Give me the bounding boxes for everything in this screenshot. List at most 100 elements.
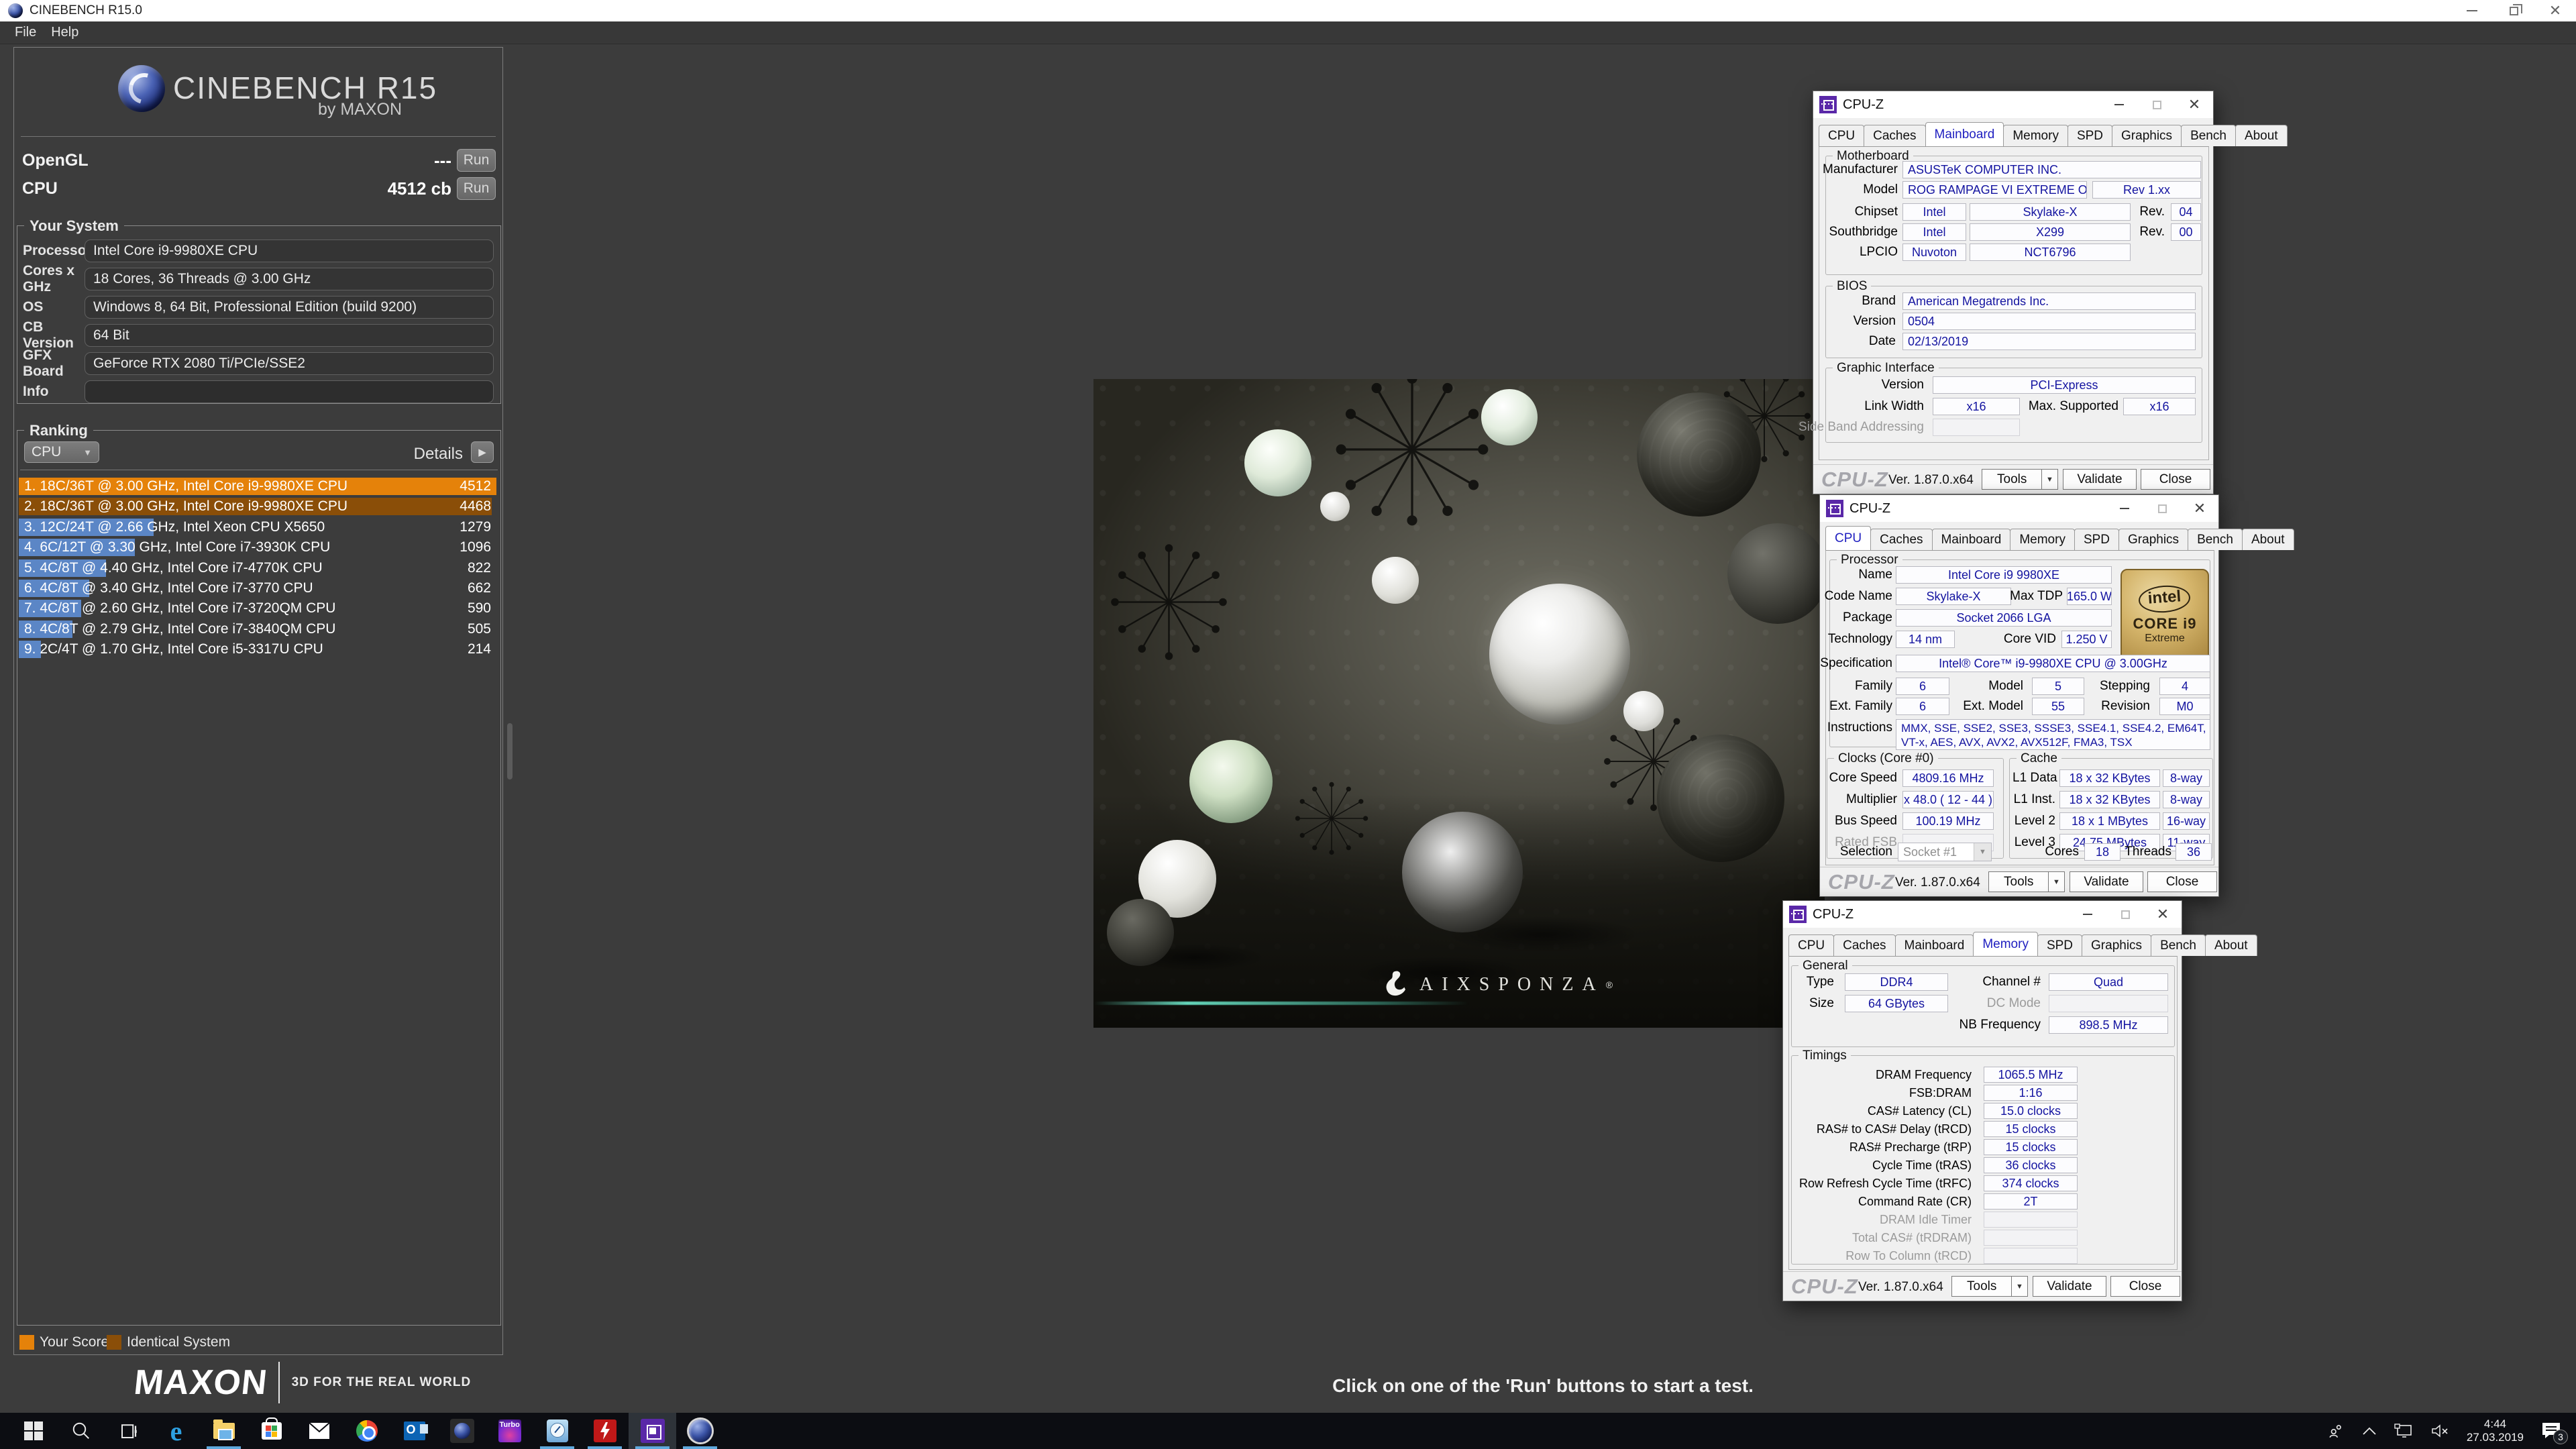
tools-button[interactable]: Tools ▼ bbox=[1982, 469, 2058, 490]
minimize-button[interactable] bbox=[2106, 495, 2143, 522]
chevron-down-icon[interactable]: ▼ bbox=[2041, 470, 2057, 489]
chevron-down-icon[interactable]: ▼ bbox=[2011, 1277, 2027, 1296]
tab[interactable]: SPD bbox=[2068, 125, 2112, 146]
close-button[interactable]: Close bbox=[2147, 871, 2217, 892]
tab[interactable]: Graphics bbox=[2118, 529, 2188, 550]
clock[interactable]: 4:44 27.03.2019 bbox=[2467, 1417, 2524, 1444]
tab[interactable]: About bbox=[2242, 529, 2294, 550]
outlook-icon bbox=[404, 1421, 425, 1440]
restore-button[interactable] bbox=[2493, 0, 2534, 21]
ranking-row[interactable]: 4. 6C/12T @ 3.30 GHz, Intel Core i7-3930… bbox=[19, 539, 496, 556]
field-label: Channel # bbox=[1982, 973, 2041, 991]
tab[interactable]: About bbox=[2235, 125, 2288, 146]
volume-button[interactable] bbox=[2430, 1423, 2449, 1439]
tab[interactable]: About bbox=[2205, 934, 2257, 956]
taskbar-cinebench[interactable] bbox=[676, 1413, 724, 1449]
timing-label: Row To Column (tRCD) bbox=[1796, 1249, 1972, 1263]
close-button[interactable]: ✕ bbox=[2176, 91, 2213, 118]
tab[interactable]: Memory bbox=[2003, 125, 2068, 146]
tab[interactable]: Graphics bbox=[2112, 125, 2182, 146]
tab[interactable]: Mainboard bbox=[1932, 529, 2011, 550]
notification-center-button[interactable]: 3 bbox=[2541, 1421, 2561, 1440]
taskbar-turbo-app[interactable] bbox=[486, 1413, 533, 1449]
cpuz-titlebar[interactable]: CPU-Z ✕ bbox=[1813, 91, 2213, 118]
timing-label: CAS# Latency (CL) bbox=[1796, 1104, 1972, 1118]
ranking-row-score: 214 bbox=[468, 641, 491, 657]
panel-splitter-handle[interactable] bbox=[507, 723, 513, 780]
opengl-run-button[interactable]: Run bbox=[457, 149, 496, 172]
tab[interactable]: Bench bbox=[2181, 125, 2236, 146]
close-button[interactable]: ✕ bbox=[2534, 0, 2576, 21]
tools-button[interactable]: Tools ▼ bbox=[1951, 1276, 2028, 1297]
socket-selection-dropdown[interactable]: Socket #1 ▼ bbox=[1898, 843, 1992, 861]
timing-value: 374 clocks bbox=[1984, 1175, 2078, 1191]
tab[interactable]: Caches bbox=[1864, 125, 1925, 146]
taskbar-store[interactable] bbox=[248, 1413, 295, 1449]
ranking-row-label: 4. 6C/12T @ 3.30 GHz, Intel Core i7-3930… bbox=[24, 539, 330, 555]
tab[interactable]: Graphics bbox=[2082, 934, 2151, 956]
tab[interactable]: SPD bbox=[2074, 529, 2119, 550]
cpuz-window-title: CPU-Z bbox=[1849, 501, 1890, 517]
tab[interactable]: Mainboard bbox=[1925, 122, 2004, 146]
taskbar-chrome[interactable] bbox=[343, 1413, 390, 1449]
tab[interactable]: Bench bbox=[2188, 529, 2243, 550]
close-button[interactable]: ✕ bbox=[2181, 495, 2218, 522]
details-button[interactable]: ▶ bbox=[471, 441, 494, 463]
tab[interactable]: CPU bbox=[1825, 526, 1871, 550]
tab[interactable]: Caches bbox=[1870, 529, 1932, 550]
tab[interactable]: Bench bbox=[2151, 934, 2206, 956]
validate-button[interactable]: Validate bbox=[2033, 1276, 2106, 1297]
minimize-button[interactable] bbox=[2100, 91, 2138, 118]
ranking-row[interactable]: 6. 4C/8T @ 3.40 GHz, Intel Core i7-3770 … bbox=[19, 580, 496, 597]
task-view-button[interactable] bbox=[105, 1413, 152, 1449]
tray-expand-button[interactable] bbox=[2362, 1426, 2377, 1436]
close-button[interactable]: Close bbox=[2141, 469, 2210, 490]
tab[interactable]: SPD bbox=[2037, 934, 2082, 956]
close-button[interactable]: Close bbox=[2110, 1276, 2180, 1297]
details-label: Details bbox=[414, 445, 463, 464]
start-button[interactable] bbox=[9, 1413, 57, 1449]
ranking-row[interactable]: 2. 18C/36T @ 3.00 GHz, Intel Core i9-998… bbox=[19, 498, 496, 515]
ranking-row[interactable]: 7. 4C/8T @ 2.60 GHz, Intel Core i7-3720Q… bbox=[19, 600, 496, 617]
cpu-cores: 18 bbox=[2084, 843, 2121, 861]
ranking-filter-dropdown[interactable]: CPU ▼ bbox=[24, 441, 99, 463]
people-button[interactable] bbox=[2327, 1422, 2345, 1440]
taskbar-edge[interactable]: e bbox=[152, 1413, 200, 1449]
tab[interactable]: Memory bbox=[1973, 932, 2038, 956]
cpuz-titlebar[interactable]: CPU-Z ✕ bbox=[1783, 901, 2182, 928]
close-button[interactable]: ✕ bbox=[2144, 901, 2182, 928]
ranking-row[interactable]: 3. 12C/24T @ 2.66 GHz, Intel Xeon CPU X5… bbox=[19, 519, 496, 536]
ranking-row[interactable]: 5. 4C/8T @ 4.40 GHz, Intel Core i7-4770K… bbox=[19, 559, 496, 577]
ranking-row[interactable]: 9. 2C/4T @ 1.70 GHz, Intel Core i5-3317U… bbox=[19, 641, 496, 658]
minimize-button[interactable] bbox=[2451, 0, 2493, 21]
chevron-down-icon[interactable]: ▼ bbox=[2048, 872, 2064, 892]
taskbar-monitor-app[interactable] bbox=[533, 1413, 581, 1449]
timing-row: DRAM Frequency 1065.5 MHz bbox=[1796, 1067, 2178, 1083]
tools-button[interactable]: Tools ▼ bbox=[1988, 871, 2065, 892]
taskbar-cpuz[interactable] bbox=[629, 1413, 676, 1449]
ranking-row[interactable]: 8. 4C/8T @ 2.79 GHz, Intel Core i7-3840Q… bbox=[19, 621, 496, 638]
taskbar-benchmark-app[interactable] bbox=[581, 1413, 629, 1449]
cpu-run-button[interactable]: Run bbox=[457, 177, 496, 200]
ranking-row[interactable]: 1. 18C/36T @ 3.00 GHz, Intel Core i9-998… bbox=[19, 478, 496, 495]
taskbar-cinema4d[interactable] bbox=[438, 1413, 486, 1449]
menu-item[interactable]: Help bbox=[51, 25, 78, 40]
taskbar-mail[interactable] bbox=[295, 1413, 343, 1449]
search-button[interactable] bbox=[57, 1413, 105, 1449]
tab[interactable]: Mainboard bbox=[1895, 934, 1974, 956]
tab[interactable]: Memory bbox=[2010, 529, 2075, 550]
menu-item[interactable]: File bbox=[15, 25, 36, 40]
timing-row: Command Rate (CR) 2T bbox=[1796, 1193, 2178, 1210]
validate-button[interactable]: Validate bbox=[2063, 469, 2137, 490]
cpuz-titlebar[interactable]: CPU-Z ✕ bbox=[1820, 495, 2218, 522]
tab[interactable]: CPU bbox=[1788, 934, 1834, 956]
validate-button[interactable]: Validate bbox=[2070, 871, 2143, 892]
timing-label: RAS# to CAS# Delay (tRCD) bbox=[1796, 1122, 1972, 1136]
cinema4d-icon bbox=[450, 1419, 474, 1443]
tab[interactable]: Caches bbox=[1833, 934, 1895, 956]
taskbar-outlook[interactable] bbox=[390, 1413, 438, 1449]
tab[interactable]: CPU bbox=[1819, 125, 1864, 146]
minimize-button[interactable] bbox=[2069, 901, 2106, 928]
taskbar-file-explorer[interactable] bbox=[200, 1413, 248, 1449]
network-button[interactable] bbox=[2394, 1423, 2413, 1439]
